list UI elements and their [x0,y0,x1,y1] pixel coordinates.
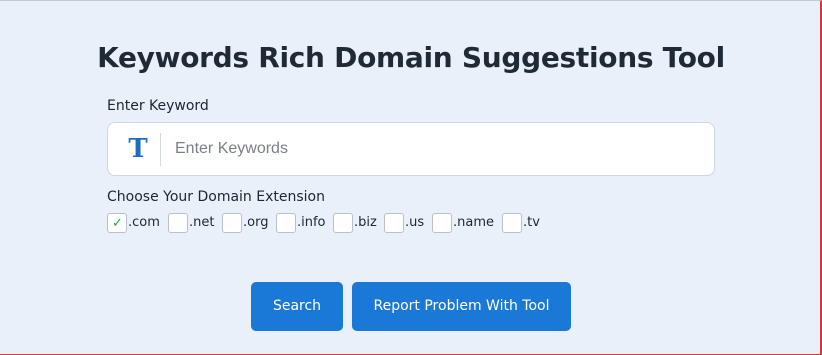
keyword-input-group: T [107,122,715,176]
extension-label-us: .us [405,215,425,230]
extension-option-net[interactable]: .net [168,213,215,235]
page-title: Keywords Rich Domain Suggestions Tool [97,40,725,74]
checkbox[interactable] [222,213,242,233]
extension-label-name: .name [453,215,494,230]
extension-option-name[interactable]: .name [432,213,494,235]
report-problem-button[interactable]: Report Problem With Tool [352,282,571,331]
extension-label-tv: .tv [523,215,540,230]
extension-option-biz[interactable]: .biz [333,213,378,235]
checkbox[interactable] [502,213,522,233]
extension-label-biz: .biz [354,215,377,230]
checkbox[interactable] [384,213,404,233]
extension-label-net: .net [189,215,215,230]
checkbox[interactable]: ✓ [107,213,127,233]
checkmark-icon: ✓ [112,216,123,231]
extension-option-tv[interactable]: .tv [502,213,542,235]
keyword-input[interactable] [175,131,695,167]
extension-label: Choose Your Domain Extension [107,189,325,205]
extension-label-com: .com [128,215,160,230]
extension-option-us[interactable]: .us [384,213,424,235]
extension-label-info: .info [297,215,326,230]
extension-option-org[interactable]: .org [222,213,268,235]
checkbox[interactable] [276,213,296,233]
checkbox[interactable] [333,213,353,233]
checkbox[interactable] [432,213,452,233]
text-icon: T [128,134,148,164]
input-divider [160,133,161,166]
search-button[interactable]: Search [251,282,343,331]
extension-option-info[interactable]: .info [276,213,326,235]
extension-option-com[interactable]: ✓ .com [107,213,160,235]
checkbox[interactable] [168,213,188,233]
tool-panel: Keywords Rich Domain Suggestions Tool En… [0,0,822,355]
keyword-label: Enter Keyword [107,98,209,114]
extension-label-org: .org [243,215,269,230]
